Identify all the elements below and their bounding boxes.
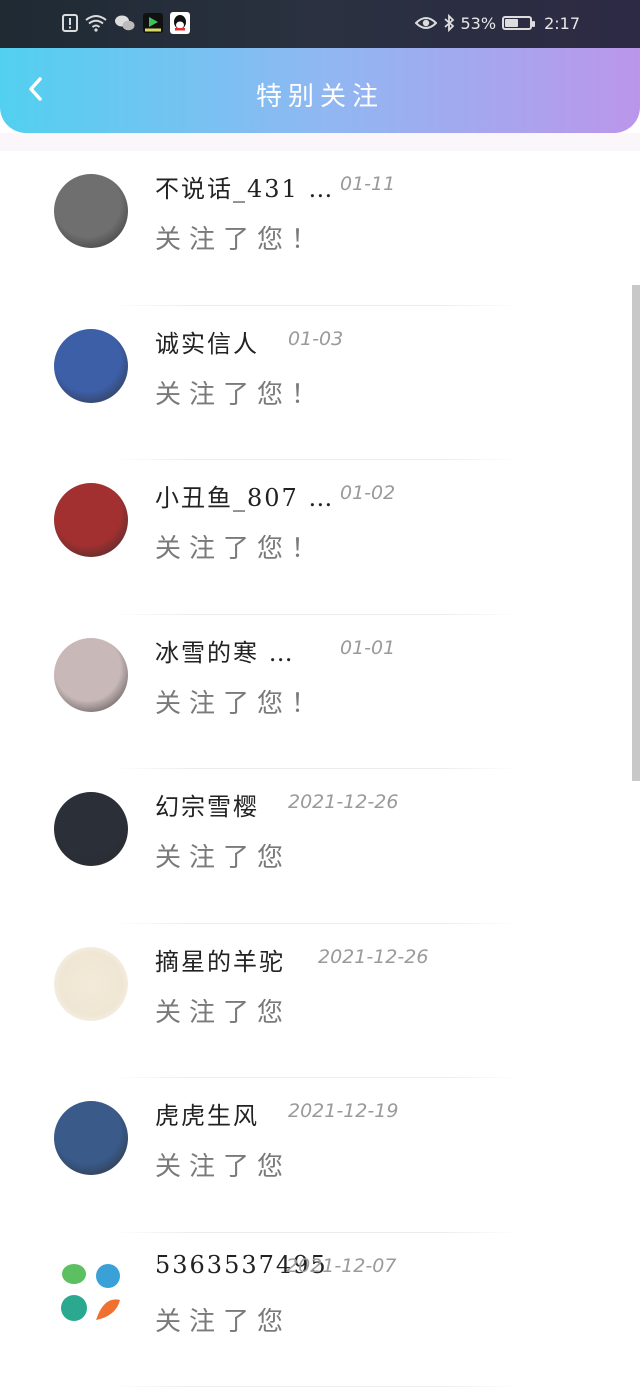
list-item[interactable]: 诚实信人 01-03 关注了您！	[0, 306, 632, 460]
app-header: 特别关注	[0, 48, 640, 133]
follow-date: 01-03	[288, 327, 344, 350]
follow-date: 2021-12-26	[318, 945, 429, 968]
status-right-icons: 53% 2:17	[414, 12, 580, 34]
follower-list: 不说话_431 … 01-11 关注了您！ 诚实信人 01-03 关注了您！ 小丑鱼_807…	[0, 151, 632, 1387]
status-left-icons	[62, 12, 190, 34]
battery-percent: 53%	[460, 13, 497, 33]
follow-message: 关注了您！	[155, 225, 326, 255]
follow-date: 01-11	[340, 173, 396, 195]
eye-icon	[414, 12, 437, 34]
list-item[interactable]: 5363537495 2021-12-07 关注了您	[0, 1233, 632, 1387]
follow-date: 2021-12-26	[288, 791, 399, 813]
avatar[interactable]	[54, 328, 128, 403]
video-app-icon	[142, 12, 164, 34]
battery-icon	[502, 16, 536, 30]
follow-date: 01-01	[340, 636, 396, 659]
avatar[interactable]	[54, 946, 128, 1021]
user-name[interactable]: 冰雪的寒 …	[155, 633, 295, 668]
avatar[interactable]	[54, 637, 128, 712]
user-name[interactable]: 虎虎生风	[155, 1096, 259, 1131]
follow-date: 01-02	[340, 482, 396, 504]
bluetooth-icon	[443, 12, 455, 34]
avatar[interactable]	[54, 483, 128, 557]
user-name[interactable]: 诚实信人	[155, 324, 259, 359]
user-name[interactable]: 不说话_431 …	[155, 169, 334, 204]
follow-message: 关注了您！	[155, 688, 326, 719]
wifi-icon	[84, 12, 108, 34]
follow-date: 2021-12-07	[286, 1254, 397, 1277]
follow-message: 关注了您	[155, 1306, 292, 1337]
alert-icon	[62, 12, 78, 34]
avatar[interactable]	[54, 792, 128, 866]
qq-icon	[170, 12, 190, 34]
status-time: 2:17	[544, 13, 580, 33]
list-item[interactable]: 小丑鱼_807 … 01-02 关注了您！	[0, 460, 632, 615]
list-item[interactable]: 幻宗雪樱 2021-12-26 关注了您	[0, 769, 632, 924]
list-item[interactable]: 摘星的羊驼 2021-12-26 关注了您	[0, 924, 632, 1078]
avatar[interactable]	[54, 1255, 128, 1330]
wechat-icon	[114, 12, 136, 34]
user-name[interactable]: 幻宗雪樱	[155, 787, 259, 822]
page-title: 特别关注	[255, 82, 384, 112]
user-name[interactable]: 小丑鱼_807 …	[155, 478, 334, 513]
list-item[interactable]: 不说话_431 … 01-11 关注了您！	[0, 151, 632, 306]
follow-message: 关注了您！	[155, 379, 326, 410]
follow-message: 关注了您	[155, 1152, 292, 1182]
list-item[interactable]: 虎虎生风 2021-12-19 关注了您	[0, 1078, 632, 1233]
list-item[interactable]: 冰雪的寒 … 01-01 关注了您！	[0, 615, 632, 769]
follow-message: 关注了您	[155, 997, 292, 1028]
avatar[interactable]	[54, 1101, 128, 1175]
user-name[interactable]: 摘星的羊驼	[155, 942, 285, 977]
avatar[interactable]	[54, 174, 128, 248]
follow-message: 关注了您！	[155, 534, 326, 564]
header-shadow	[0, 133, 640, 151]
scrollbar[interactable]	[632, 285, 640, 781]
status-bar: 53% 2:17	[0, 0, 640, 48]
follow-date: 2021-12-19	[288, 1100, 399, 1122]
follow-message: 关注了您	[155, 843, 292, 873]
